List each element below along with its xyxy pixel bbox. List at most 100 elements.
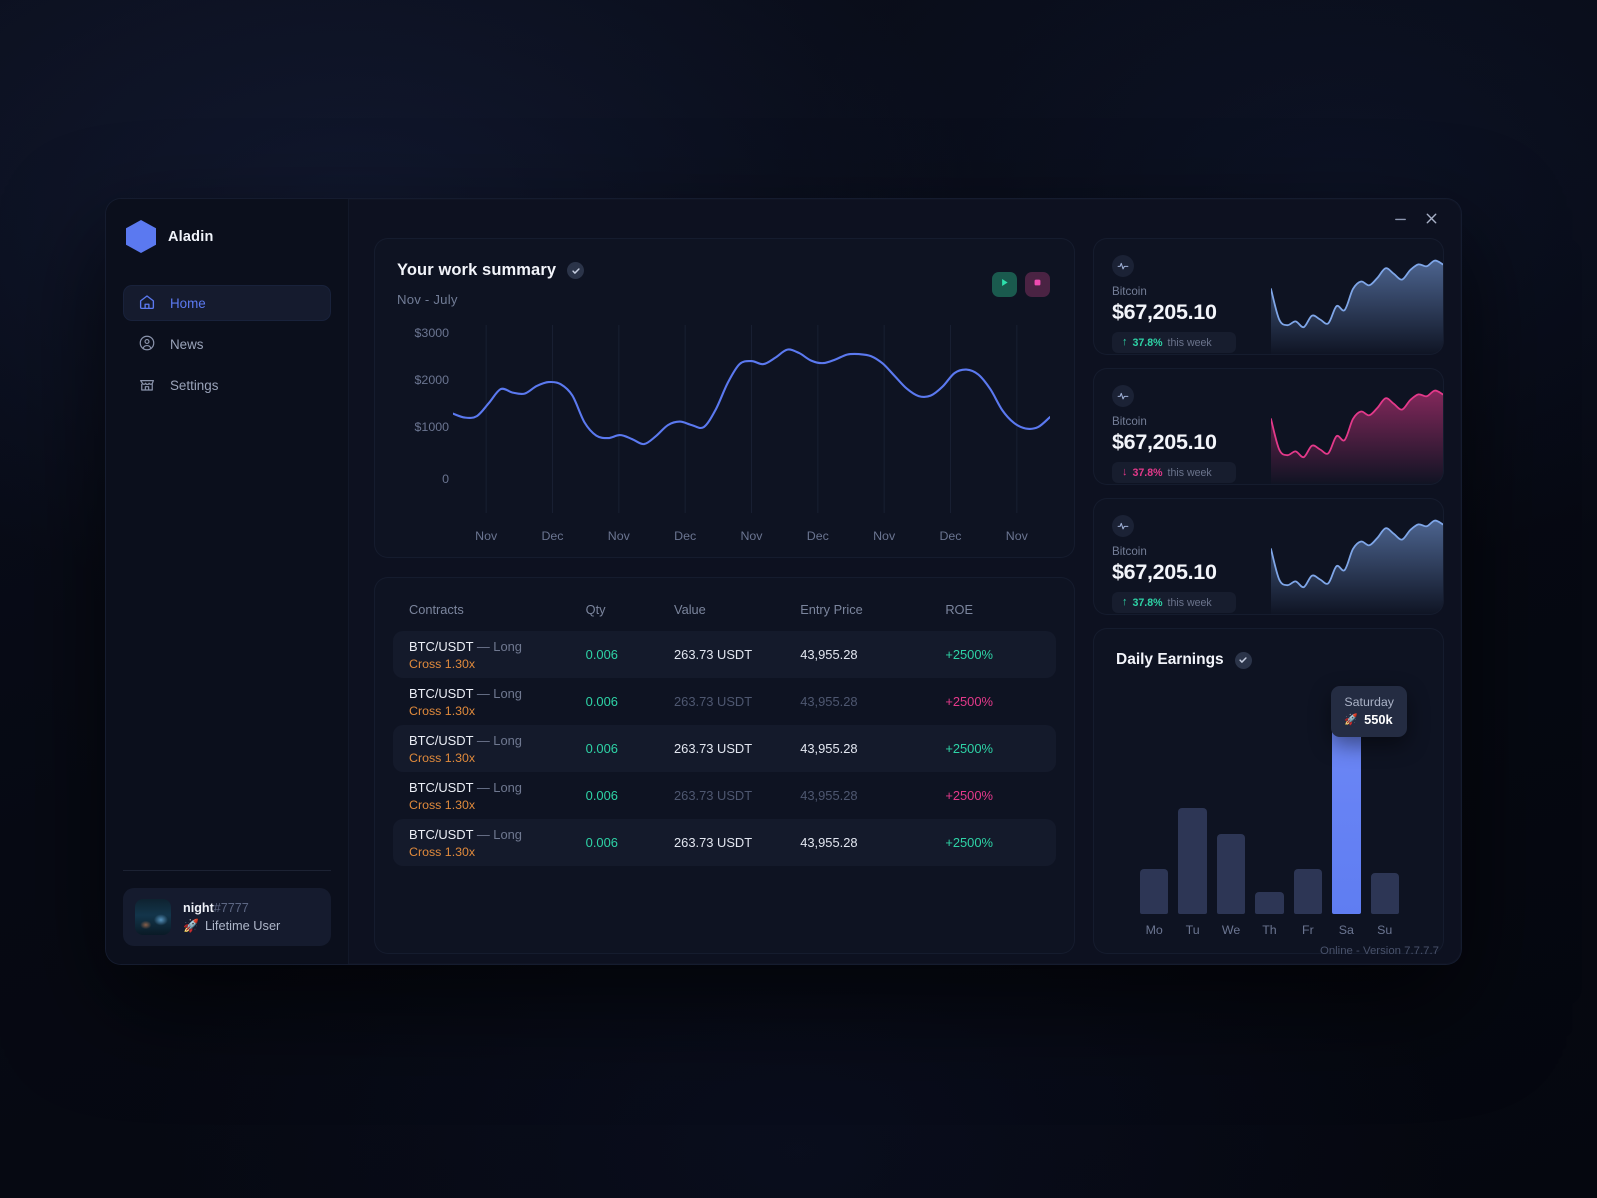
bar-chart-labels: Mo Tu We Th Fr Sa Su bbox=[1116, 923, 1423, 937]
y-tick: $3000 bbox=[414, 325, 449, 340]
close-button[interactable] bbox=[1424, 211, 1439, 226]
x-tick: Nov bbox=[873, 529, 896, 543]
user-circle-icon bbox=[138, 334, 156, 355]
bar bbox=[1370, 873, 1399, 914]
app-window: Aladin Home News Settings night#7777 🚀 L… bbox=[105, 198, 1462, 965]
window-controls bbox=[1393, 211, 1439, 226]
bar-column[interactable] bbox=[1178, 691, 1207, 914]
check-badge-icon bbox=[1234, 651, 1252, 669]
cell-value: 263.73 USDT bbox=[674, 835, 753, 850]
bar-column[interactable] bbox=[1293, 691, 1323, 914]
crypto-card[interactable]: Bitcoin $67,205.10 ↓ 37.8% this week bbox=[1093, 368, 1444, 485]
crypto-info: Bitcoin $67,205.10 ↑ 37.8% this week bbox=[1112, 255, 1270, 354]
summary-header: Your work summary Nov - July bbox=[397, 261, 1050, 307]
tooltip-value-row: 🚀 550k bbox=[1344, 712, 1394, 727]
sidebar-item-label: Home bbox=[170, 295, 206, 311]
x-tick: Nov bbox=[607, 529, 630, 543]
table-row[interactable]: BTC/USDT — Long Cross 1.30x 0.006 263.73… bbox=[393, 631, 1056, 678]
cell-qty: 0.006 bbox=[585, 741, 618, 756]
minimize-button[interactable] bbox=[1393, 211, 1408, 226]
bar bbox=[1178, 808, 1207, 914]
cell-qty: 0.006 bbox=[585, 694, 618, 709]
contract-pair: BTC/USDT bbox=[409, 732, 474, 748]
bar bbox=[1293, 869, 1323, 914]
crypto-card[interactable]: Bitcoin $67,205.10 ↑ 37.8% this week bbox=[1093, 498, 1444, 615]
column-header-roe: ROE bbox=[945, 602, 974, 617]
positions-table-card: Contracts Qty Value Entry Price ROE BTC/… bbox=[374, 577, 1075, 954]
play-icon bbox=[999, 275, 1010, 293]
crypto-name: Bitcoin bbox=[1112, 415, 1147, 428]
sidebar-divider bbox=[123, 870, 331, 871]
user-profile-card[interactable]: night#7777 🚀 Lifetime User bbox=[123, 888, 331, 946]
contract-pair: BTC/USDT bbox=[409, 638, 474, 654]
contract-pair: BTC/USDT bbox=[409, 826, 474, 842]
pulse-icon bbox=[1112, 515, 1134, 537]
crypto-price: $67,205.10 bbox=[1112, 300, 1217, 324]
pulse-icon bbox=[1112, 255, 1134, 277]
tooltip-day: Saturday bbox=[1344, 695, 1394, 709]
user-role-line: 🚀 Lifetime User bbox=[183, 918, 280, 934]
user-name: night bbox=[183, 900, 214, 915]
crypto-change-period: this week bbox=[1167, 596, 1212, 609]
crypto-change-badge: ↓ 37.8% this week bbox=[1112, 462, 1236, 483]
cell-entry-price: 43,955.28 bbox=[800, 788, 858, 803]
bar-label: We bbox=[1221, 923, 1241, 937]
line-chart: $3000 $2000 $1000 0 Nov Dec Nov Dec Nov … bbox=[397, 325, 1050, 543]
bar-column[interactable] bbox=[1140, 691, 1169, 914]
table-row[interactable]: BTC/USDT — Long Cross 1.30x 0.006 263.73… bbox=[393, 725, 1056, 772]
cell-value: 263.73 USDT bbox=[674, 741, 753, 756]
sidebar: Aladin Home News Settings night#7777 🚀 L… bbox=[106, 199, 349, 964]
x-tick: Dec bbox=[939, 529, 962, 543]
earnings-title: Daily Earnings bbox=[1116, 651, 1224, 668]
y-tick: $2000 bbox=[414, 372, 449, 387]
table-row[interactable]: BTC/USDT — Long Cross 1.30x 0.006 263.73… bbox=[393, 772, 1056, 819]
sidebar-item-settings[interactable]: Settings bbox=[123, 367, 331, 403]
crypto-info: Bitcoin $67,205.10 ↑ 37.8% this week bbox=[1112, 515, 1270, 614]
sidebar-item-home[interactable]: Home bbox=[123, 285, 331, 321]
bar-column[interactable] bbox=[1216, 691, 1246, 914]
stop-button[interactable] bbox=[1025, 271, 1050, 297]
earnings-header: Daily Earnings bbox=[1116, 651, 1423, 669]
cell-contract: BTC/USDT — Long Cross 1.30x bbox=[409, 733, 586, 765]
user-meta: night#7777 🚀 Lifetime User bbox=[183, 901, 280, 934]
crypto-change-badge: ↑ 37.8% this week bbox=[1112, 332, 1236, 353]
user-role: Lifetime User bbox=[204, 918, 281, 933]
tooltip-value: 550k bbox=[1364, 712, 1393, 727]
crypto-card[interactable]: Bitcoin $67,205.10 ↑ 37.8% this week bbox=[1093, 238, 1444, 355]
crypto-sparkline bbox=[1271, 499, 1443, 614]
cell-qty: 0.006 bbox=[585, 647, 618, 662]
right-column: Bitcoin $67,205.10 ↑ 37.8% this week Bit… bbox=[1093, 238, 1444, 954]
contract-leverage: Cross 1.30x bbox=[409, 703, 476, 718]
check-badge-icon bbox=[567, 262, 585, 279]
cell-entry-price: 43,955.28 bbox=[800, 741, 858, 756]
sidebar-item-news[interactable]: News bbox=[123, 326, 331, 362]
sidebar-item-label: Settings bbox=[170, 377, 219, 393]
avatar bbox=[135, 899, 171, 935]
contract-leverage: Cross 1.30x bbox=[409, 844, 476, 859]
arrow-up-icon: ↑ bbox=[1122, 336, 1128, 348]
store-icon bbox=[138, 375, 156, 396]
bar-tooltip: Saturday 🚀 550k bbox=[1331, 686, 1407, 737]
play-button[interactable] bbox=[992, 271, 1017, 297]
crypto-sparkline bbox=[1271, 369, 1443, 484]
x-tick: Dec bbox=[806, 529, 829, 543]
table-row[interactable]: BTC/USDT — Long Cross 1.30x 0.006 263.73… bbox=[393, 819, 1056, 866]
bar-label: Th bbox=[1262, 923, 1277, 937]
column-header-qty: Qty bbox=[585, 602, 606, 617]
rocket-icon: 🚀 bbox=[1344, 714, 1359, 726]
bar-column[interactable] bbox=[1255, 691, 1284, 914]
left-column: Your work summary Nov - July $3000 $2000… bbox=[374, 238, 1075, 954]
crypto-price: $67,205.10 bbox=[1112, 430, 1217, 454]
work-summary-card: Your work summary Nov - July $3000 $2000… bbox=[374, 238, 1075, 558]
plot-area bbox=[453, 325, 1050, 513]
contract-leverage: Cross 1.30x bbox=[409, 750, 476, 765]
table-row[interactable]: BTC/USDT — Long Cross 1.30x 0.006 263.73… bbox=[393, 678, 1056, 725]
crypto-name: Bitcoin bbox=[1112, 545, 1147, 558]
arrow-up-icon: ↑ bbox=[1122, 596, 1128, 608]
x-tick: Nov bbox=[475, 529, 498, 543]
y-tick: $1000 bbox=[414, 419, 449, 434]
pulse-icon bbox=[1112, 385, 1134, 407]
page-title: Your work summary bbox=[397, 261, 557, 279]
cell-entry-price: 43,955.28 bbox=[800, 647, 858, 662]
crypto-sparkline bbox=[1271, 239, 1443, 354]
